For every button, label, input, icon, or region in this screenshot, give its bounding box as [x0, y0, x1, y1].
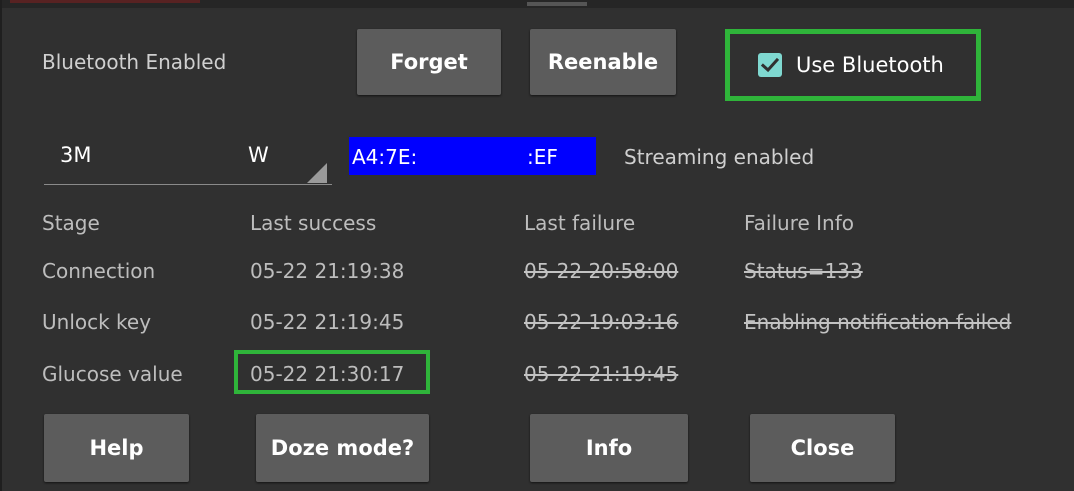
background-dark-mark	[527, 2, 587, 6]
spinner-arrow-icon[interactable]	[307, 163, 327, 183]
bluetooth-dialog: Bluetooth Enabled Forget Reenable Use Bl…	[0, 0, 1074, 491]
streaming-status: Streaming enabled	[624, 145, 815, 169]
bluetooth-status-text: Bluetooth Enabled	[42, 50, 227, 74]
glucose-value-last-success: 05-22 21:30:17	[250, 362, 405, 386]
mac-address-part-a: A4:7E:	[352, 145, 418, 169]
connection-last-success: 05-22 21:19:38	[250, 259, 405, 283]
device-name-part-b: W	[248, 143, 269, 167]
connection-last-failure: 05-22 20:58:00	[524, 259, 679, 283]
unlock-key-last-success: 05-22 21:19:45	[250, 310, 405, 334]
use-bluetooth-label: Use Bluetooth	[796, 53, 944, 77]
reenable-button[interactable]: Reenable	[530, 29, 676, 95]
info-button[interactable]: Info	[530, 414, 688, 482]
use-bluetooth-checkbox-highlight[interactable]: Use Bluetooth	[725, 29, 981, 101]
header-last-failure: Last failure	[524, 211, 636, 235]
connection-failure-info: Status=133	[744, 259, 863, 283]
stage-glucose-value: Glucose value	[42, 362, 183, 386]
header-stage: Stage	[42, 211, 100, 235]
help-button[interactable]: Help	[44, 414, 189, 482]
device-name-part-a: 3M	[60, 143, 92, 167]
background-red-mark	[10, 0, 200, 3]
top-edge	[2, 0, 1074, 8]
checkmark-icon	[760, 57, 780, 73]
close-button[interactable]: Close	[750, 414, 895, 482]
stage-connection: Connection	[42, 259, 156, 283]
header-last-success: Last success	[250, 211, 377, 235]
use-bluetooth-checkbox[interactable]	[758, 53, 782, 77]
header-failure-info: Failure Info	[744, 211, 855, 235]
unlock-key-failure-info: Enabling notification failed	[744, 310, 1012, 334]
unlock-key-last-failure: 05-22 19:03:16	[524, 310, 679, 334]
doze-mode-button[interactable]: Doze mode?	[256, 414, 429, 482]
forget-button[interactable]: Forget	[357, 29, 501, 95]
glucose-value-last-failure: 05-22 21:19:45	[524, 362, 679, 386]
stage-unlock-key: Unlock key	[42, 310, 152, 334]
mac-address-part-b: :EF	[527, 145, 558, 169]
